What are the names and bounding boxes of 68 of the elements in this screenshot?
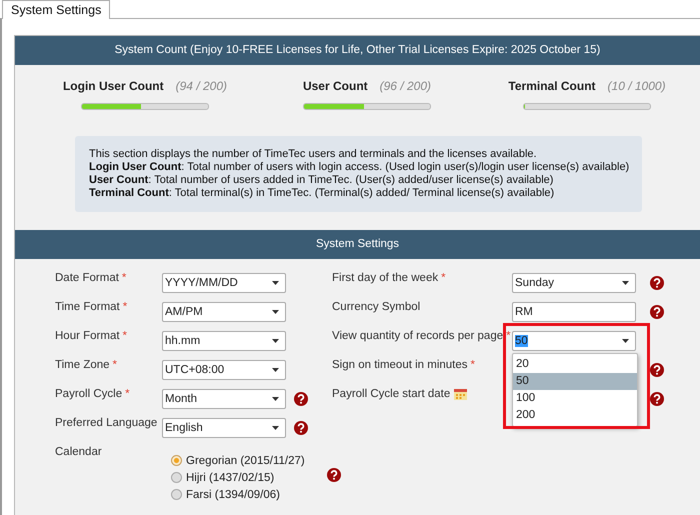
dropdown-option[interactable]: 200 xyxy=(513,407,637,424)
required-mark: * xyxy=(122,330,128,342)
info-text: Login User Count: Total number of users with login access. (Used login user(s)/login user license(s) available) xyxy=(89,161,630,174)
info-text: User Count: Total number of users added in TimeTec. (User(s) added/user license(s) available) xyxy=(89,174,554,187)
radio-label: Hijri (1437/02/15) xyxy=(186,472,274,484)
caret-icon xyxy=(272,281,279,285)
dropdown-option[interactable]: 100 xyxy=(513,390,637,407)
required-mark: * xyxy=(122,301,128,313)
help-icon[interactable] xyxy=(650,276,664,290)
help-icon[interactable] xyxy=(650,392,664,406)
counter-label: Terminal Count xyxy=(508,79,596,93)
input-field[interactable]: RM xyxy=(512,302,636,322)
field-label: Currency Symbol xyxy=(332,301,420,313)
help-icon[interactable] xyxy=(650,305,664,319)
info-text: This section displays the number of TimeTec users and terminals and the licenses available. xyxy=(89,148,538,161)
field-label: Payroll Cycle start date xyxy=(332,388,450,400)
select-field[interactable]: AM/PM xyxy=(162,302,286,322)
radio-label: Farsi (1394/09/06) xyxy=(186,488,280,500)
field-label: Calendar xyxy=(55,445,103,460)
field-label: View quantity of records per page xyxy=(332,330,504,342)
field-label: Hour Format xyxy=(55,330,120,342)
counter-label: User Count xyxy=(302,79,368,93)
counter-reading: (96 / 200) xyxy=(380,79,432,93)
select-field[interactable]: Month xyxy=(162,389,286,409)
select-field[interactable]: Sunday xyxy=(512,273,636,293)
section-header: System Settings xyxy=(15,230,700,259)
caret-icon xyxy=(272,310,279,314)
counter-label: Login User Count xyxy=(62,79,164,93)
radio-button[interactable] xyxy=(171,489,182,500)
radio-label: Gregorian (2015/11/27) xyxy=(186,454,305,466)
field-label: Date Format xyxy=(55,272,119,284)
select-field[interactable]: 50 xyxy=(512,331,636,351)
calendar-icon[interactable] xyxy=(454,389,468,400)
dropdown-option[interactable]: 50 xyxy=(513,373,637,390)
caret-icon xyxy=(272,397,279,401)
required-mark: * xyxy=(112,359,118,371)
counter-reading: (10 / 1000) xyxy=(608,79,666,93)
help-icon[interactable] xyxy=(294,421,308,435)
select-field[interactable]: YYYY/MM/DD xyxy=(162,273,286,293)
required-mark: * xyxy=(470,359,476,371)
field-label: Preferred Language xyxy=(55,417,158,429)
section-header: System Count (Enjoy 10-FREE Licenses for Life, Other Trial Licenses Expire: 2025 October 15) xyxy=(15,36,700,65)
caret-icon xyxy=(622,281,629,285)
radio-button[interactable] xyxy=(171,472,182,483)
field-label: Time Zone xyxy=(55,359,110,371)
tab[interactable]: System Settings xyxy=(2,0,110,19)
field-label: Time Format xyxy=(55,301,120,313)
help-icon[interactable] xyxy=(294,392,308,406)
caret-icon xyxy=(272,368,279,372)
caret-icon xyxy=(622,339,629,343)
help-icon[interactable] xyxy=(650,363,664,377)
dropdown-option[interactable]: 20 xyxy=(513,356,637,373)
help-icon[interactable] xyxy=(326,468,341,482)
select-field[interactable]: English xyxy=(162,418,286,438)
caret-icon xyxy=(272,339,279,343)
select-field[interactable]: hh.mm xyxy=(162,331,286,351)
field-label: First day of the week xyxy=(332,272,438,284)
field-label: Payroll Cycle xyxy=(55,388,122,400)
select-field[interactable]: UTC+08:00 xyxy=(162,360,286,380)
required-mark: * xyxy=(122,272,126,284)
radio-button[interactable] xyxy=(171,455,182,466)
required-mark: * xyxy=(125,388,130,400)
counter-reading: (94 / 200) xyxy=(176,79,228,93)
required-mark: * xyxy=(441,272,446,284)
field-label: Sign on timeout in minutes xyxy=(332,359,468,371)
caret-icon xyxy=(272,426,279,430)
info-text: Terminal Count: Total terminal(s) in TimeTec. (Terminal(s) added/ Terminal license(s) available) xyxy=(89,187,556,200)
required-mark: * xyxy=(506,330,511,342)
